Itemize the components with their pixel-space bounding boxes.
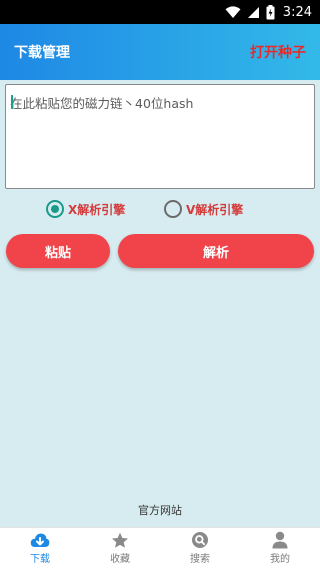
official-site-link[interactable]: 官方网站 <box>0 502 320 518</box>
status-time: 3:24 <box>282 4 312 20</box>
engine-v-label: V解析引擎 <box>186 202 244 217</box>
tab-favorites[interactable]: 收藏 <box>80 528 160 568</box>
wifi-icon <box>225 5 241 19</box>
cloud-download-icon <box>30 532 50 549</box>
radio-unchecked-icon <box>164 200 182 218</box>
tab-search[interactable]: 搜索 <box>160 528 240 568</box>
paste-button[interactable]: 粘贴 <box>6 234 110 268</box>
status-bar: 3:24 <box>0 0 320 24</box>
tab-search-label: 搜索 <box>190 554 210 565</box>
open-torrent-button[interactable]: 打开种子 <box>250 42 306 62</box>
tab-profile-label: 我的 <box>270 554 290 565</box>
signal-icon <box>247 6 260 19</box>
search-icon <box>191 531 209 549</box>
app-bar: 下载管理 打开种子 <box>0 24 320 80</box>
bottom-tab-bar: 下载 收藏 搜索 我的 <box>0 527 320 568</box>
magnet-input[interactable] <box>6 85 314 188</box>
battery-charging-icon <box>266 4 275 20</box>
radio-checked-icon <box>46 200 64 218</box>
magnet-input-box <box>5 84 315 189</box>
engine-x-radio[interactable]: X解析引擎 <box>46 200 125 218</box>
tab-favorites-label: 收藏 <box>110 553 130 565</box>
parse-button[interactable]: 解析 <box>118 234 314 268</box>
engine-v-radio[interactable]: V解析引擎 <box>164 200 243 218</box>
person-icon <box>271 531 289 549</box>
text-caret <box>11 95 13 109</box>
tab-download[interactable]: 下载 <box>0 528 80 568</box>
engine-x-label: X解析引擎 <box>68 202 126 217</box>
page-title: 下载管理 <box>14 45 70 61</box>
tab-profile[interactable]: 我的 <box>240 528 320 568</box>
tab-download-label: 下载 <box>30 553 50 565</box>
engine-radio-group: X解析引擎 V解析引擎 <box>0 200 320 222</box>
star-icon <box>111 532 129 549</box>
